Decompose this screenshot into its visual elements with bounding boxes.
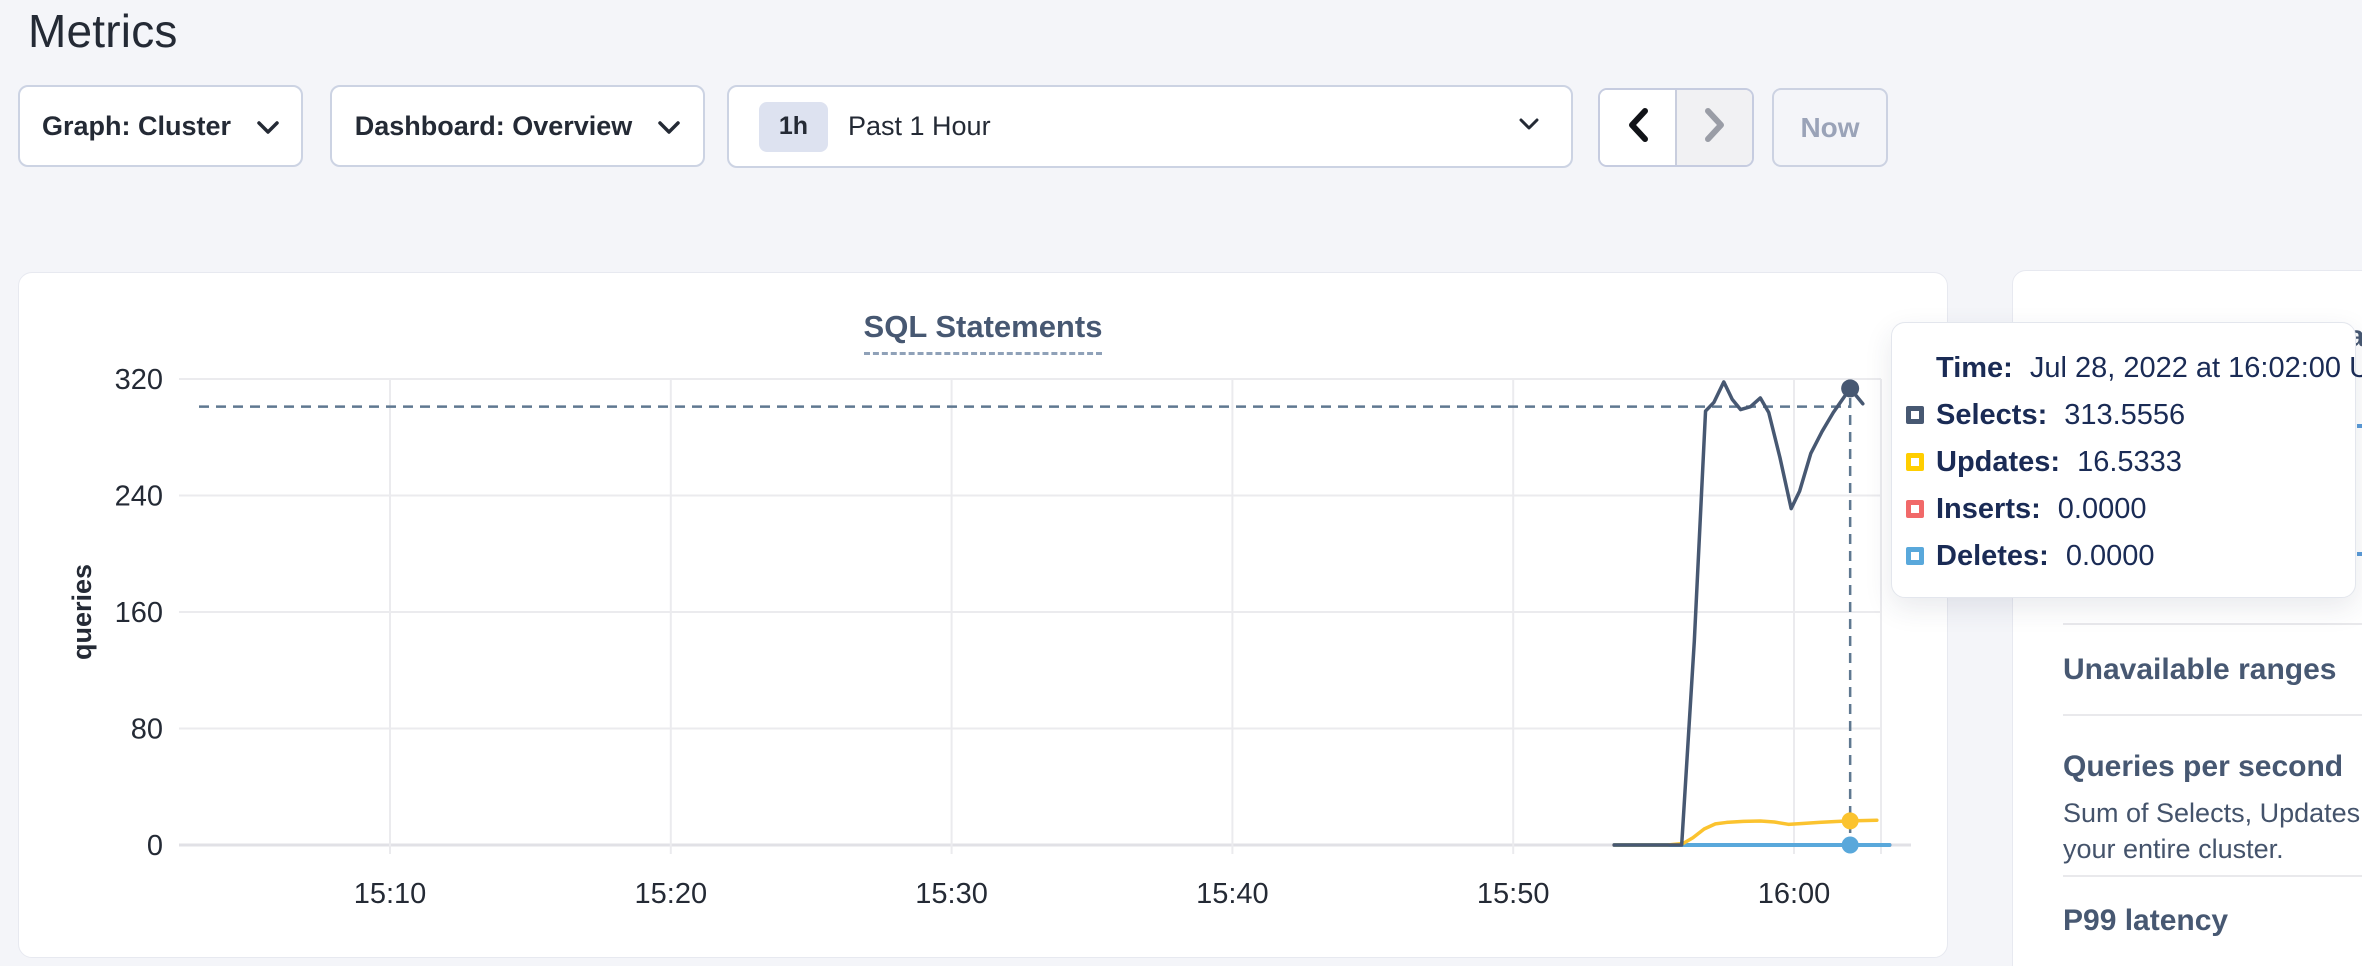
chevron-down-icon	[658, 111, 680, 142]
y-tick-label: 240	[115, 481, 163, 513]
y-tick-label: 320	[115, 364, 163, 396]
sql-statements-chart[interactable]: 0 80 160 240 320 15:10 15:20 15:30 15:40 15:50 16:…	[19, 273, 1949, 959]
chart-hover-tooltip: Time: Jul 28, 2022 at 16:02:00 UTC Selec…	[1891, 322, 2356, 598]
graph-dropdown[interactable]: Graph: Cluster	[18, 85, 303, 167]
tooltip-time-row: Time: Jul 28, 2022 at 16:02:00 UTC	[1906, 350, 2337, 386]
tooltip-series-value: 16.5333	[2077, 444, 2182, 480]
time-range-selector[interactable]: 1h Past 1 Hour	[727, 85, 1573, 168]
graph-dropdown-label: Graph: Cluster	[42, 111, 231, 142]
tooltip-time-label: Time:	[1936, 350, 2013, 386]
dashboard-dropdown-label: Dashboard: Overview	[355, 111, 633, 142]
y-axis-label: queries	[67, 564, 97, 660]
series-swatch-icon	[1906, 453, 1924, 471]
sidebar-clipped-link-fragment	[2357, 424, 2362, 428]
sidebar-section-title: Queries per second	[2063, 749, 2362, 785]
sidebar-divider	[2063, 714, 2362, 716]
tooltip-series-row: Deletes: 0.0000	[1906, 538, 2337, 574]
next-time-button[interactable]	[1677, 90, 1752, 165]
tooltip-series-value: 0.0000	[2058, 491, 2147, 527]
tooltip-series-value: 0.0000	[2066, 538, 2155, 574]
tooltip-series-label: Deletes:	[1936, 538, 2049, 574]
prev-time-button[interactable]	[1600, 90, 1677, 165]
dashboard-dropdown[interactable]: Dashboard: Overview	[330, 85, 705, 167]
tooltip-series-label: Updates:	[1936, 444, 2060, 480]
chevron-down-icon	[257, 111, 279, 142]
series-swatch-icon	[1906, 547, 1924, 565]
tooltip-time-value: Jul 28, 2022 at 16:02:00 UTC	[2030, 350, 2362, 386]
chart-card: SQL Statements 08016024032015:1015:2015:…	[18, 272, 1948, 958]
series-swatch-icon	[1906, 500, 1924, 518]
y-tick-label: 80	[131, 714, 163, 746]
sidebar-divider	[2063, 875, 2362, 877]
tooltip-series-row: Selects: 313.5556	[1906, 397, 2337, 433]
x-tick-label: 15:50	[1477, 878, 1550, 910]
chevron-right-icon	[1703, 107, 1727, 148]
sidebar-section-title: Unavailable ranges	[2063, 652, 2362, 688]
tooltip-series-row: Updates: 16.5333	[1906, 444, 2337, 480]
tooltip-series-label: Inserts:	[1936, 491, 2041, 527]
page-title: Metrics	[28, 4, 178, 58]
y-tick-label: 0	[147, 830, 163, 862]
hover-dot-deletes	[1842, 837, 1859, 854]
tooltip-series-row: Inserts: 0.0000	[1906, 491, 2337, 527]
now-button[interactable]: Now	[1772, 88, 1888, 167]
time-pager	[1598, 88, 1754, 167]
series-line-updates	[1614, 820, 1877, 845]
chevron-left-icon	[1626, 107, 1650, 148]
series-swatch-icon	[1906, 406, 1924, 424]
x-tick-label: 15:40	[1196, 878, 1269, 910]
hover-dot-selects	[1841, 379, 1859, 397]
tooltip-series-label: Selects:	[1936, 397, 2047, 433]
x-tick-label: 15:30	[915, 878, 988, 910]
time-range-badge: 1h	[759, 102, 828, 152]
x-tick-label: 15:20	[635, 878, 708, 910]
y-tick-label: 160	[115, 597, 163, 629]
tooltip-series-value: 313.5556	[2064, 397, 2185, 433]
sidebar-section-description: Sum of Selects, Updates, Inseryour entir…	[2063, 795, 2362, 867]
time-range-label: Past 1 Hour	[848, 111, 991, 142]
sidebar-section-title: P99 latency	[2063, 903, 2362, 939]
sidebar-clipped-link-fragment	[2357, 552, 2362, 556]
x-tick-label: 15:10	[354, 878, 427, 910]
chevron-down-icon	[1519, 118, 1539, 136]
series-line-selects	[1614, 382, 1863, 845]
x-tick-label: 16:00	[1758, 878, 1831, 910]
sidebar-divider	[2063, 623, 2362, 625]
hover-dot-updates	[1842, 812, 1859, 829]
